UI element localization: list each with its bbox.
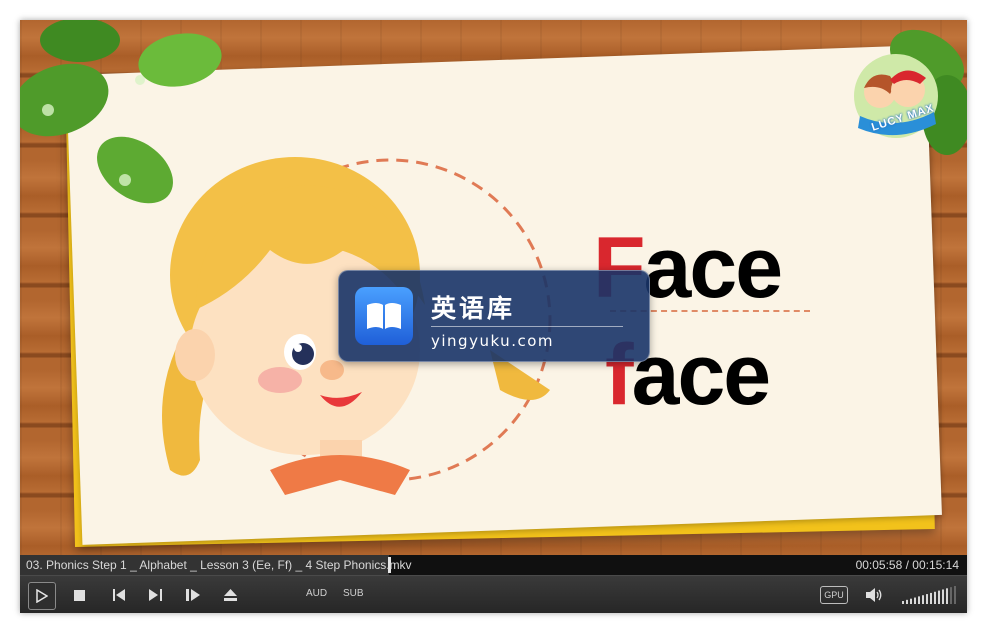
next-icon	[148, 589, 162, 601]
word-rest: ace	[631, 327, 771, 423]
file-name: 03. Phonics Step 1 _ Alphabet _ Lesson 3…	[26, 558, 412, 572]
word-rest: ace	[643, 220, 783, 316]
volume-bar	[918, 596, 920, 604]
play-icon	[36, 589, 48, 603]
leaves-decoration	[20, 20, 222, 204]
volume-bar	[934, 591, 936, 604]
volume-bar	[950, 587, 952, 604]
book-icon	[355, 287, 413, 345]
previous-icon	[112, 589, 125, 601]
volume-bar	[938, 590, 940, 604]
media-player-window: Face face LUCY MAX 英语库 yingyuku.com 03. …	[20, 20, 967, 613]
volume-bar	[902, 601, 904, 604]
volume-bar	[906, 599, 908, 604]
eject-button[interactable]	[223, 588, 237, 602]
volume-bar	[930, 592, 932, 604]
volume-bar	[954, 586, 956, 604]
time-display: 00:05:58 / 00:15:14	[855, 558, 959, 572]
volume-bar	[910, 598, 912, 604]
watermark-title: 英语库	[431, 294, 516, 323]
subtitle-button[interactable]: SUB	[343, 588, 364, 599]
play-button[interactable]	[28, 582, 56, 610]
volume-bar	[942, 589, 944, 604]
speaker-icon	[866, 588, 882, 602]
control-bar: AUD SUB GPU	[20, 575, 967, 613]
volume-bar	[946, 588, 948, 604]
previous-button[interactable]	[112, 588, 126, 602]
frame-step-button[interactable]	[185, 588, 201, 602]
frame-step-icon	[185, 589, 200, 601]
gpu-toggle[interactable]: GPU	[820, 586, 848, 604]
volume-bar	[922, 595, 924, 604]
stop-icon	[73, 589, 85, 601]
mute-button[interactable]	[865, 587, 883, 603]
volume-bar	[926, 594, 928, 604]
seek-bar[interactable]: 03. Phonics Step 1 _ Alphabet _ Lesson 3…	[20, 555, 967, 575]
next-button[interactable]	[148, 588, 162, 602]
watermark-overlay: 英语库 yingyuku.com	[338, 270, 650, 362]
watermark-domain: yingyuku.com	[431, 332, 554, 350]
lucy-max-logo	[854, 54, 938, 138]
audio-track-button[interactable]: AUD	[306, 588, 327, 599]
eject-icon	[223, 589, 237, 601]
video-area[interactable]: Face face LUCY MAX 英语库 yingyuku.com	[20, 20, 967, 555]
volume-bar	[914, 597, 916, 604]
stop-button[interactable]	[72, 588, 86, 602]
volume-slider[interactable]	[902, 584, 957, 606]
